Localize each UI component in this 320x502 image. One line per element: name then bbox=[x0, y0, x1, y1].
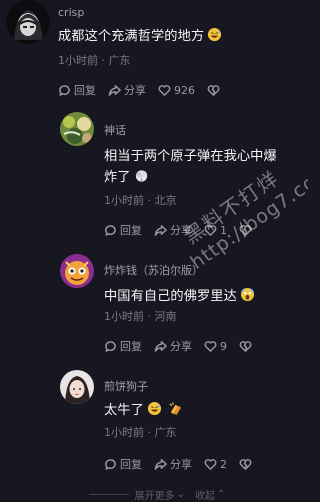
share-button[interactable]: 分享 bbox=[154, 222, 192, 238]
comment-item: crisp 成都这个充满哲学的地方 1小时前 · 广东 回复 分享 926 bbox=[0, 0, 308, 105]
broken-heart-icon bbox=[207, 84, 220, 96]
expand-collapse-bar: 展开更多 ⌄ 收起 ⌃ bbox=[0, 486, 308, 502]
dislike-button[interactable] bbox=[207, 84, 223, 97]
reply-comment-item: 神话 相当于两个原子弹在我心中爆 炸了 1小时前 · 北京 回复 分享 1 bbox=[0, 112, 308, 242]
expand-more-button[interactable]: 展开更多 bbox=[135, 487, 175, 502]
comment-text: 相当于两个原子弹在我心中爆 炸了 bbox=[104, 146, 277, 188]
reply-button[interactable]: 回复 bbox=[104, 456, 142, 472]
comment-username[interactable]: 炸炸钱（苏泊尔版） bbox=[104, 262, 203, 278]
comment-text: 成都这个充满哲学的地方 bbox=[58, 26, 222, 47]
share-arrow-icon bbox=[108, 84, 121, 96]
comment-meta: 1小时前 · 广东 bbox=[58, 54, 131, 67]
avatar[interactable] bbox=[60, 370, 94, 404]
avatar[interactable] bbox=[6, 0, 50, 44]
comment-actions: 回复 分享 2 bbox=[104, 456, 267, 472]
share-arrow-icon bbox=[154, 458, 167, 470]
comment-text: 太牛了 bbox=[104, 400, 183, 421]
avatar[interactable] bbox=[60, 112, 94, 146]
avatar-image-icon bbox=[60, 254, 94, 288]
comment-text-line2-wrap: 炸了 bbox=[104, 167, 277, 188]
share-arrow-icon bbox=[154, 224, 167, 236]
avatar-image-icon bbox=[60, 370, 94, 404]
like-button[interactable]: 9 bbox=[204, 340, 227, 353]
share-label: 分享 bbox=[170, 458, 192, 471]
avatar[interactable] bbox=[60, 254, 94, 288]
grinning-sweat-emoji-icon bbox=[147, 401, 161, 416]
share-label: 分享 bbox=[124, 84, 146, 97]
avatar-image-icon bbox=[60, 112, 94, 146]
comment-username[interactable]: 神话 bbox=[104, 122, 126, 138]
like-count: 9 bbox=[220, 339, 227, 353]
reply-bubble-icon bbox=[105, 224, 116, 236]
comment-username[interactable]: 煎饼狗子 bbox=[104, 378, 148, 394]
like-count: 1 bbox=[220, 223, 227, 237]
share-label: 分享 bbox=[170, 224, 192, 237]
heart-icon bbox=[204, 224, 217, 236]
comment-text-body: 成都这个充满哲学的地方 bbox=[58, 29, 205, 44]
reply-bubble-icon bbox=[59, 84, 70, 96]
like-button[interactable]: 2 bbox=[204, 458, 227, 471]
clapping-emoji-icon bbox=[169, 402, 181, 416]
reply-label: 回复 bbox=[120, 458, 142, 471]
comment-text-body: 太牛了 bbox=[104, 403, 144, 418]
reply-bubble-icon bbox=[105, 458, 116, 470]
grinning-sweat-emoji-icon bbox=[208, 27, 222, 42]
like-count: 926 bbox=[174, 83, 195, 97]
divider-line bbox=[88, 493, 129, 495]
reply-comment-item: 煎饼狗子 太牛了 1小时前 · 广东 回复 分享 2 bbox=[0, 370, 308, 480]
reply-button[interactable]: 回复 bbox=[104, 338, 142, 354]
reply-button[interactable]: 回复 bbox=[58, 82, 96, 98]
reply-label: 回复 bbox=[120, 340, 142, 353]
comment-meta: 1小时前 · 河南 bbox=[104, 310, 177, 323]
comment-text-line2: 炸了 bbox=[104, 170, 131, 185]
share-label: 分享 bbox=[170, 340, 192, 353]
comment-text-body: 中国有自己的佛罗里达 bbox=[104, 289, 237, 304]
broken-heart-icon bbox=[239, 340, 252, 352]
chevron-down-icon: ⌄ bbox=[176, 488, 185, 500]
heart-icon bbox=[158, 84, 171, 96]
dislike-button[interactable] bbox=[239, 340, 255, 353]
comment-text: 中国有自己的佛罗里达 bbox=[104, 286, 255, 307]
collapse-button[interactable]: 收起 bbox=[195, 487, 215, 502]
like-button[interactable]: 926 bbox=[158, 84, 195, 97]
comment-meta: 1小时前 · 北京 bbox=[104, 194, 177, 207]
share-arrow-icon bbox=[154, 340, 167, 352]
reply-button[interactable]: 回复 bbox=[104, 222, 142, 238]
reply-comment-item: 炸炸钱（苏泊尔版） 中国有自己的佛罗里达 1小时前 · 河南 回复 分享 9 bbox=[0, 254, 308, 364]
heart-icon bbox=[204, 340, 217, 352]
share-button[interactable]: 分享 bbox=[108, 82, 146, 98]
reply-bubble-icon bbox=[105, 340, 116, 352]
comment-actions: 回复 分享 9 bbox=[104, 338, 267, 354]
comment-text-line1: 相当于两个原子弹在我心中爆 bbox=[104, 149, 277, 164]
heart-icon bbox=[204, 458, 217, 470]
dislike-button[interactable] bbox=[239, 224, 255, 237]
comment-username[interactable]: crisp bbox=[58, 6, 84, 19]
avatar-image-icon bbox=[6, 0, 50, 44]
share-button[interactable]: 分享 bbox=[154, 338, 192, 354]
comments-page: crisp 成都这个充满哲学的地方 1小时前 · 广东 回复 分享 926 神话… bbox=[0, 0, 308, 502]
comment-actions: 回复 分享 926 bbox=[58, 82, 235, 98]
broken-heart-icon bbox=[239, 458, 252, 470]
reply-label: 回复 bbox=[120, 224, 142, 237]
explosion-emoji-icon bbox=[135, 170, 147, 182]
broken-heart-icon bbox=[239, 224, 252, 236]
comment-actions: 回复 分享 1 bbox=[104, 222, 267, 238]
reply-label: 回复 bbox=[74, 84, 96, 97]
like-count: 2 bbox=[220, 457, 227, 471]
chevron-up-icon: ⌃ bbox=[217, 488, 226, 500]
share-button[interactable]: 分享 bbox=[154, 456, 192, 472]
like-button[interactable]: 1 bbox=[204, 224, 227, 237]
comment-meta: 1小时前 · 广东 bbox=[104, 426, 177, 439]
dislike-button[interactable] bbox=[239, 458, 255, 471]
scream-emoji-icon bbox=[240, 287, 255, 302]
